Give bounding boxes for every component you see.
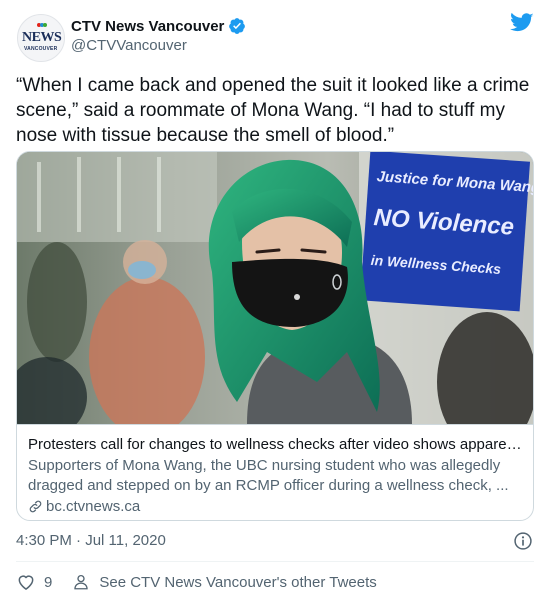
see-other-tweets-link[interactable]: See CTV News Vancouver's other Tweets xyxy=(99,574,376,591)
author-name-row[interactable]: CTV News Vancouver xyxy=(71,16,246,36)
card-title[interactable]: Protesters call for changes to wellness … xyxy=(28,435,524,455)
twitter-bird-icon[interactable] xyxy=(510,12,534,32)
divider xyxy=(16,561,534,562)
avatar-logo-subtext: VANCOUVER xyxy=(24,46,58,52)
card-body[interactable]: Protesters call for changes to wellness … xyxy=(17,424,533,520)
card-image[interactable]: Justice for Mona Wang NO Violence in Wel… xyxy=(17,152,533,424)
card-domain-text[interactable]: bc.ctvnews.ca xyxy=(46,498,140,515)
tweet-embed: NEWS VANCOUVER CTV News Vancouver @CTVVa… xyxy=(0,0,549,602)
avatar-logo-text: NEWS xyxy=(22,30,62,45)
ctv-logo-icon xyxy=(37,23,47,27)
heart-icon[interactable] xyxy=(16,572,36,592)
protester-photo: Justice for Mona Wang NO Violence in Wel… xyxy=(17,152,533,424)
person-icon[interactable] xyxy=(72,573,90,591)
link-icon xyxy=(29,500,42,513)
tweet-text: “When I came back and opened the suit it… xyxy=(16,75,530,146)
info-icon[interactable] xyxy=(513,531,533,551)
like-count[interactable]: 9 xyxy=(44,574,52,591)
card-description: Supporters of Mona Wang, the UBC nursing… xyxy=(28,457,509,494)
author-handle[interactable]: @CTVVancouver xyxy=(71,37,187,54)
link-card[interactable]: Justice for Mona Wang NO Violence in Wel… xyxy=(16,151,534,521)
author-display-name[interactable]: CTV News Vancouver xyxy=(71,18,224,35)
tweet-timestamp[interactable]: 4:30 PM · Jul 11, 2020 xyxy=(16,532,166,549)
verified-badge-icon xyxy=(229,18,246,34)
action-bar: 9 See CTV News Vancouver's other Tweets xyxy=(16,571,377,593)
card-domain[interactable]: bc.ctvnews.ca xyxy=(28,498,524,515)
avatar[interactable]: NEWS VANCOUVER xyxy=(17,14,65,62)
